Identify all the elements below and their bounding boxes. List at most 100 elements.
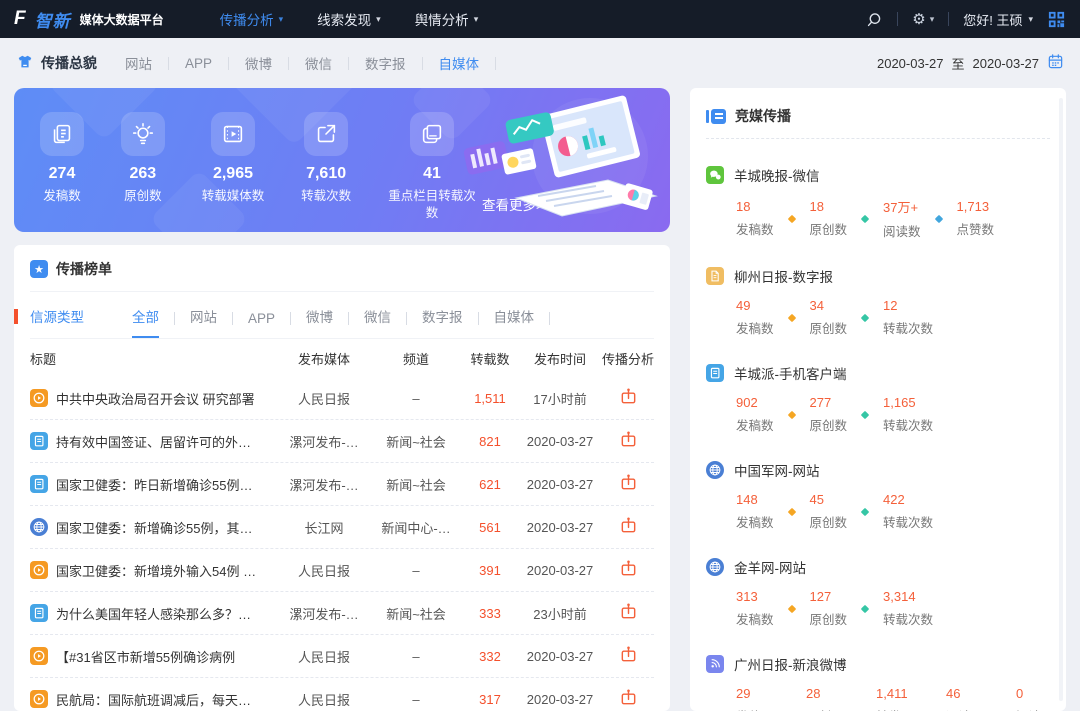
ranking-panel: ★ 传播榜单 信源类型 全部网站APP微博微信数字报自媒体 标题发布媒体频道转载…: [14, 245, 670, 711]
video-account-icon: [30, 389, 48, 407]
date-separator: 至: [951, 54, 964, 73]
app-icon: [30, 604, 48, 622]
tab[interactable]: APP: [185, 56, 212, 71]
calendar-icon[interactable]: [1047, 53, 1064, 73]
competitors-title: 竞媒传播: [735, 106, 791, 126]
tab[interactable]: 数字报: [365, 53, 406, 73]
column-header: 发布媒体: [278, 349, 370, 368]
ranking-tabs: 全部网站 APP 微博微信数字报自媒体: [132, 306, 565, 338]
scrollbar[interactable]: [1059, 98, 1063, 701]
competitor-item: 羊城晚报-微信18发稿数18原创数37万+阅读数1,713点赞数: [706, 165, 1050, 240]
banner-stat: 7,610转载次数: [301, 112, 351, 222]
stat: 45原创数: [810, 492, 848, 531]
analysis-cell: [602, 602, 654, 624]
diamond-separator: [787, 313, 795, 321]
stat-label: 原创数: [810, 609, 848, 628]
stat-label: 原创数: [124, 188, 162, 205]
sub-header: 传播总貌 网站 APP 微博 微信 数字报 自媒体 2020-03-27 至 2020-0…: [0, 38, 1080, 88]
ranking-title: 传播榜单: [56, 259, 112, 279]
bulb-icon: [121, 112, 165, 156]
nav-menu-item[interactable]: 线索发现▾: [317, 9, 381, 29]
spread-analysis-icon[interactable]: [619, 387, 638, 406]
qr-code-icon[interactable]: [1047, 10, 1066, 29]
divider: [549, 312, 550, 325]
table-row[interactable]: 民航局：国际航班调减后，每天…人民日报–3172020-03-27: [30, 678, 654, 711]
date-range-picker[interactable]: 2020-03-27 至 2020-03-27: [877, 53, 1064, 73]
tab[interactable]: APP: [248, 311, 275, 338]
product-name: 媒体大数据平台: [80, 11, 164, 28]
tab[interactable]: 数字报: [422, 306, 463, 338]
spread-analysis-icon[interactable]: [619, 473, 638, 492]
channel-cell: –: [370, 563, 462, 578]
chevron-down-icon: ▾: [1028, 14, 1033, 25]
publish-time: 2020-03-27: [518, 434, 602, 449]
competitor-name[interactable]: 中国军网-网站: [734, 460, 820, 480]
article-title: 民航局：国际航班调减后，每天…: [56, 690, 251, 709]
stat: 127原创数: [810, 589, 848, 628]
stat-label: 原创数: [810, 219, 848, 238]
tab-overview[interactable]: 传播总貌: [16, 53, 97, 74]
table-row[interactable]: 国家卫健委：新增确诊55例，其…长江网新闻中心-…5612020-03-27: [30, 506, 654, 549]
tab[interactable]: 微博: [245, 53, 272, 73]
table-row[interactable]: 【#31省区市新增55例确诊病例人民日报–3322020-03-27: [30, 635, 654, 678]
website-icon: [706, 558, 724, 576]
title-cell: 持有效中国签证、居留许可的外…: [30, 432, 278, 451]
competitor-name[interactable]: 羊城派-手机客户端: [734, 363, 847, 383]
stat-label: 发稿数: [736, 318, 774, 337]
analysis-cell: [602, 516, 654, 538]
source-type-label[interactable]: 信源类型: [30, 306, 84, 338]
stat: 1,713点赞数: [957, 199, 995, 238]
competitor-headline: 中国军网-网站: [706, 460, 1050, 480]
spread-analysis-icon[interactable]: [619, 688, 638, 707]
tab[interactable]: 微信: [364, 306, 391, 338]
stat: 37万+阅读数: [883, 197, 921, 240]
table-row[interactable]: 持有效中国签证、居留许可的外…漯河发布-…新闻~社会8212020-03-27: [30, 420, 654, 463]
competitor-stats: 902发稿数277原创数1,165转载次数: [736, 395, 1050, 434]
tab[interactable]: 微博: [306, 306, 333, 338]
table-row[interactable]: 国家卫健委：昨日新增确诊55例…漯河发布-…新闻~社会6212020-03-27: [30, 463, 654, 506]
user-menu[interactable]: 您好! 王硕 ▾: [963, 10, 1033, 29]
stat-label: 原创数: [806, 706, 840, 711]
repost-count: 391: [462, 563, 518, 578]
tab[interactable]: 网站: [125, 53, 152, 73]
spread-analysis-icon[interactable]: [619, 645, 638, 664]
tab[interactable]: 自媒体: [439, 53, 480, 73]
competitor-name[interactable]: 柳州日报-数字报: [734, 266, 833, 286]
media-cell: 人民日报: [278, 647, 370, 666]
analysis-cell: [602, 430, 654, 452]
spread-analysis-icon[interactable]: [619, 516, 638, 535]
see-more-link[interactable]: 查看更多>>: [482, 194, 552, 214]
table-row[interactable]: 国家卫健委：新增境外输入54例 …人民日报–3912020-03-27: [30, 549, 654, 592]
nav-menu-item[interactable]: 传播分析▾: [220, 9, 284, 29]
stat: 902发稿数: [736, 395, 774, 434]
divider: [348, 312, 349, 325]
column-header: 发布时间: [518, 349, 602, 368]
stat-value: 41: [423, 165, 441, 183]
stat-label: 评论数: [946, 706, 980, 711]
competitor-name[interactable]: 金羊网-网站: [734, 557, 806, 577]
search-icon[interactable]: [866, 11, 883, 28]
title-cell: 民航局：国际航班调减后，每天…: [30, 690, 278, 709]
table-row[interactable]: 中共中央政治局召开会议 研究部署人民日报–1,51117小时前: [30, 377, 654, 420]
stat: 49发稿数: [736, 298, 774, 337]
tab[interactable]: 全部: [132, 306, 159, 338]
spread-analysis-icon[interactable]: [619, 430, 638, 449]
tab[interactable]: 微信: [305, 53, 332, 73]
competitor-name[interactable]: 广州日报-新浪微博: [734, 654, 847, 674]
channel-cell: 新闻~社会: [370, 475, 462, 494]
spread-analysis-icon[interactable]: [619, 602, 638, 621]
spread-analysis-icon[interactable]: [619, 559, 638, 578]
nav-menus: 传播分析▾ 线索发现▾ 舆情分析▾: [220, 9, 479, 29]
title-cell: 为什么美国年轻人感染那么多？…: [30, 604, 278, 623]
tab[interactable]: 自媒体: [494, 306, 535, 338]
media-cell: 人民日报: [278, 389, 370, 408]
competitor-name[interactable]: 羊城晚报-微信: [734, 165, 820, 185]
table-row[interactable]: 为什么美国年轻人感染那么多？…漯河发布-…新闻~社会33323小时前: [30, 592, 654, 635]
nav-menu-item[interactable]: 舆情分析▾: [415, 9, 479, 29]
stat-value: 46: [946, 686, 980, 701]
competitor-stats: 148发稿数45原创数422转载次数: [736, 492, 1050, 531]
tab[interactable]: 网站: [190, 306, 217, 338]
divider: [348, 57, 349, 70]
settings-gear-icon[interactable]: ⚙▾: [912, 12, 934, 27]
publish-time: 2020-03-27: [518, 649, 602, 664]
